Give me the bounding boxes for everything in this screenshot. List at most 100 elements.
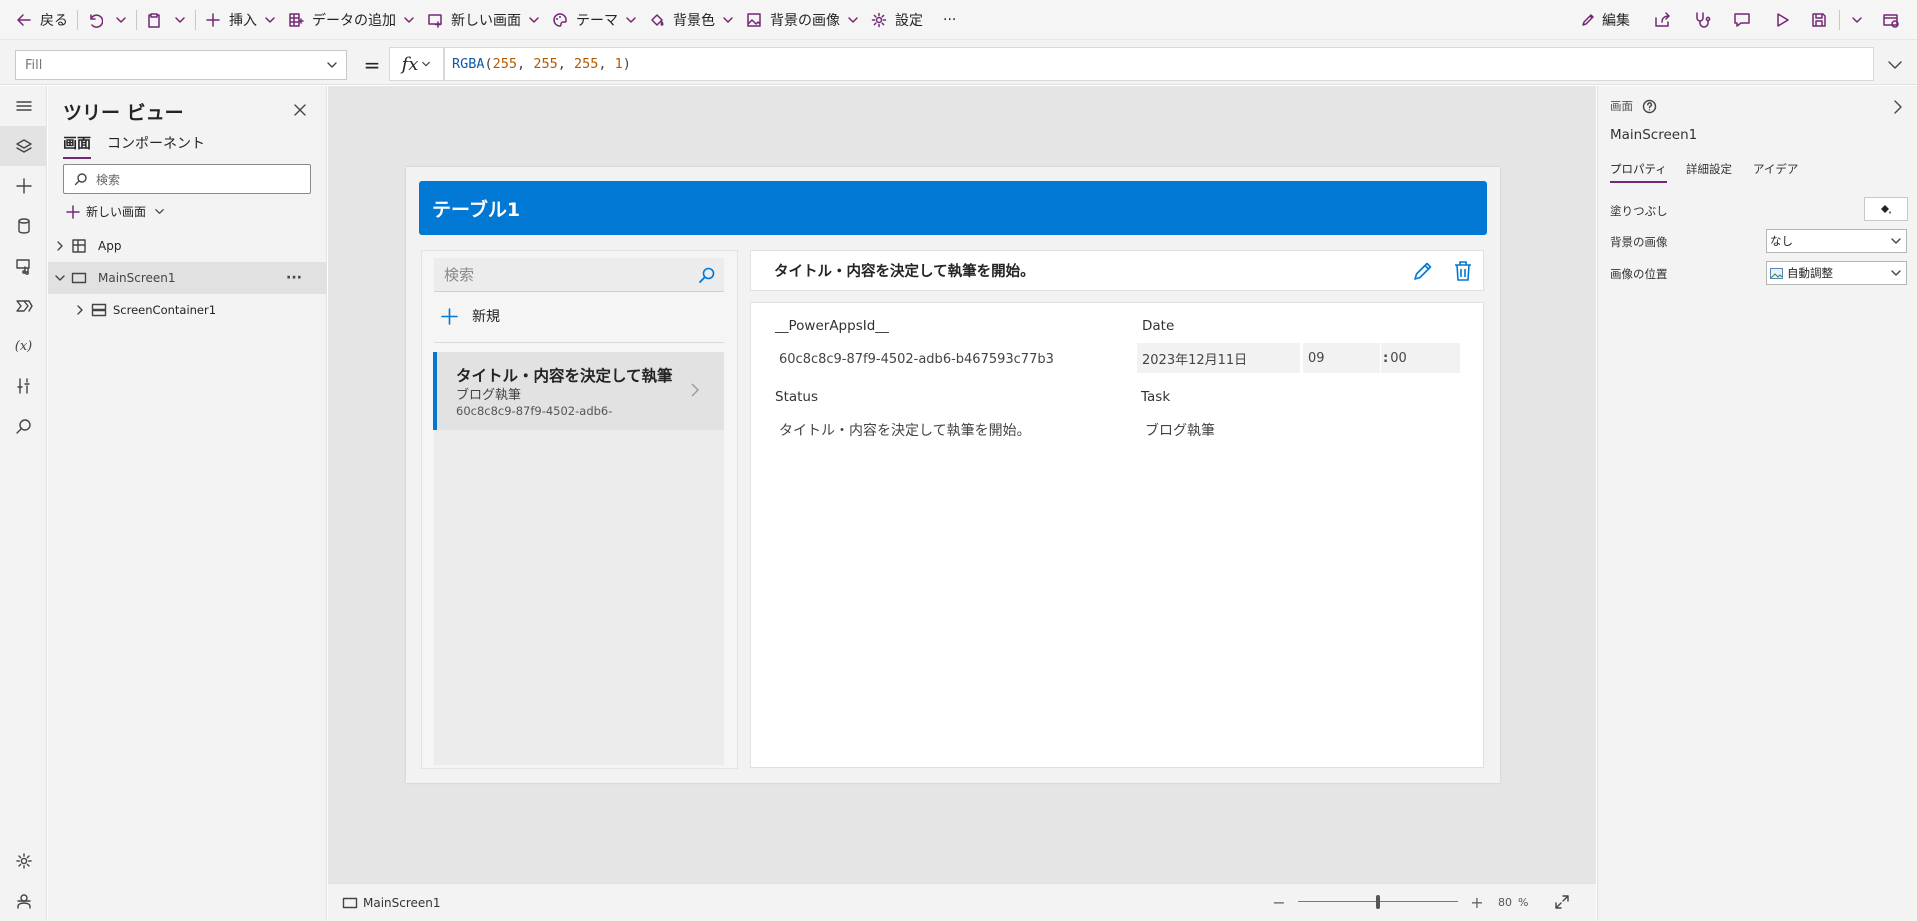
hamburger-icon: [15, 101, 32, 111]
new-screen-icon: [428, 13, 442, 28]
container-icon: [91, 303, 107, 317]
fx-button[interactable]: fx: [389, 47, 444, 81]
paste-dropdown[interactable]: [168, 0, 192, 40]
field-value-status: タイトル・内容を決定して執筆を開始。: [779, 423, 1031, 439]
fit-to-window-button[interactable]: [1554, 894, 1570, 910]
save-button[interactable]: [1802, 0, 1836, 40]
chevron-down-icon: [723, 16, 733, 23]
media-rail-button[interactable]: [0, 246, 47, 286]
settings-button[interactable]: 設定: [865, 0, 929, 40]
gallery-item-chevron[interactable]: [688, 383, 702, 397]
tab-ideas[interactable]: アイデア: [1753, 161, 1798, 181]
advanced-tools-rail-button[interactable]: [0, 366, 47, 406]
add-data-button[interactable]: データの追加: [282, 0, 421, 40]
property-selector-value: Fill: [25, 57, 43, 73]
chevron-down-icon: [1891, 270, 1901, 276]
insert-rail-button[interactable]: [0, 166, 47, 206]
field-label-task: Task: [1141, 389, 1171, 405]
variables-rail-button[interactable]: (x): [0, 326, 47, 366]
properties-panel: 画面 MainScreen1 プロパティ 詳細設定 アイデア 塗りつぶし 背景の…: [1597, 86, 1917, 921]
command-bar-right: 編集: [1574, 0, 1911, 40]
more-button[interactable]: ···: [929, 0, 962, 40]
zoom-unit: %: [1518, 895, 1529, 909]
zoom-out-button[interactable]: −: [1268, 893, 1290, 912]
settings-rail-button[interactable]: [0, 841, 47, 881]
tree-view-button[interactable]: [0, 126, 47, 166]
fill-color-picker[interactable]: [1864, 197, 1908, 221]
tree-search-input[interactable]: 検索: [63, 164, 311, 194]
zoom-slider[interactable]: [1298, 892, 1458, 912]
data-rail-button[interactable]: [0, 206, 47, 246]
gallery-search-input[interactable]: 検索: [434, 258, 724, 292]
back-button[interactable]: 戻る: [0, 0, 74, 40]
insert-button[interactable]: 挿入: [199, 0, 282, 40]
tree-node-mainscreen-label: MainScreen1: [98, 271, 176, 285]
flow-icon: [15, 300, 33, 312]
image-position-text: 自動調整: [1787, 266, 1833, 280]
tab-components[interactable]: コンポーネント: [107, 133, 205, 159]
tab-properties[interactable]: プロパティ: [1610, 161, 1667, 183]
new-record-button[interactable]: 新規: [441, 306, 500, 326]
undo-dropdown[interactable]: [109, 0, 133, 40]
tab-advanced[interactable]: 詳細設定: [1686, 161, 1732, 181]
undo-button[interactable]: [81, 0, 109, 40]
zoom-slider-thumb[interactable]: [1376, 895, 1380, 909]
current-screen-indicator[interactable]: MainScreen1: [342, 896, 441, 910]
app-header: テーブル1: [419, 181, 1487, 235]
edit-button[interactable]: 編集: [1574, 0, 1642, 40]
publish-button[interactable]: [1871, 0, 1911, 40]
field-value-task: ブログ執筆: [1145, 423, 1215, 439]
tab-screens[interactable]: 画面: [63, 133, 91, 159]
background-color-button[interactable]: 背景色: [643, 0, 740, 40]
app-checker-button[interactable]: [1682, 0, 1722, 40]
virtual-agent-rail-button[interactable]: [0, 881, 47, 921]
preview-button[interactable]: [1762, 0, 1802, 40]
selected-name: MainScreen1: [1610, 127, 1698, 143]
tree-view-title: ツリー ビュー: [63, 102, 184, 124]
tree-node-app[interactable]: App: [48, 230, 327, 262]
back-label: 戻る: [40, 12, 68, 29]
comments-button[interactable]: [1722, 0, 1762, 40]
tree-node-container[interactable]: ScreenContainer1: [48, 294, 327, 326]
theme-button[interactable]: テーマ: [546, 0, 643, 40]
formula-separator: ,: [598, 56, 615, 72]
share-button[interactable]: [1642, 0, 1682, 40]
property-selector[interactable]: Fill: [15, 50, 347, 80]
save-dropdown[interactable]: [1843, 0, 1871, 40]
plus-icon: [66, 204, 80, 219]
search-rail-button[interactable]: [0, 406, 47, 446]
new-screen-link[interactable]: 新しい画面: [66, 203, 165, 220]
formula-arg-g: 255: [533, 56, 558, 72]
divider: [136, 9, 137, 30]
zoom-in-button[interactable]: +: [1466, 893, 1488, 912]
paint-bucket-icon: [651, 13, 664, 26]
close-button[interactable]: [290, 100, 310, 120]
screen-icon: [342, 897, 358, 909]
power-automate-rail-button[interactable]: [0, 286, 47, 326]
help-icon[interactable]: [1642, 99, 1657, 114]
collapse-panel-button[interactable]: [1891, 100, 1905, 114]
paste-button[interactable]: [140, 0, 168, 40]
chevron-down-icon: [55, 275, 65, 281]
formula-input[interactable]: RGBA(255, 255, 255, 1): [444, 47, 1874, 81]
background-image-button[interactable]: 背景の画像: [740, 0, 865, 40]
close-icon: [294, 104, 306, 116]
node-more-button[interactable]: ···: [286, 270, 302, 286]
tree-node-mainscreen[interactable]: MainScreen1 ···: [48, 262, 327, 294]
search-icon: [15, 419, 31, 434]
theme-label: テーマ: [576, 12, 618, 29]
formula-arg-b: 255: [573, 56, 599, 72]
new-screen-button[interactable]: 新しい画面: [421, 0, 546, 40]
image-position-select[interactable]: 自動調整: [1766, 261, 1907, 285]
edit-record-button[interactable]: [1412, 260, 1434, 282]
bg-image-select[interactable]: なし: [1766, 229, 1907, 253]
menu-button[interactable]: [0, 86, 47, 126]
new-record-label: 新規: [472, 309, 500, 325]
delete-record-button[interactable]: [1453, 260, 1473, 282]
field-label-status: Status: [775, 389, 819, 405]
divider: [434, 342, 724, 343]
image-position-value: 自動調整: [1770, 265, 1833, 281]
formula-expand-button[interactable]: [1880, 50, 1910, 80]
search-icon: [74, 173, 87, 186]
app-header-title: テーブル1: [432, 198, 521, 221]
